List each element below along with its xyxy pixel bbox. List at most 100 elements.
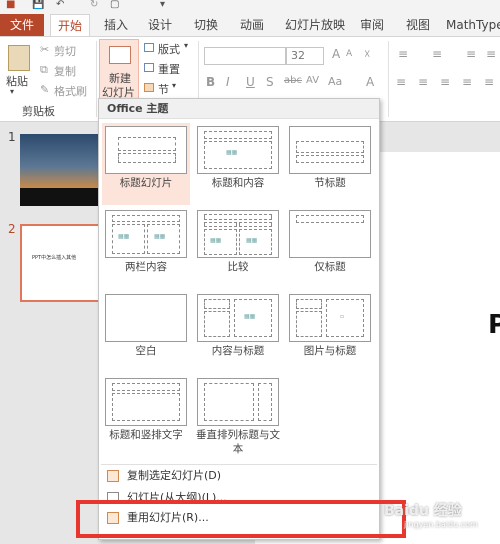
- font-size-combo[interactable]: 32: [286, 47, 324, 65]
- bullets-icon[interactable]: ≡: [398, 47, 408, 61]
- align-center-icon[interactable]: ≡: [418, 75, 428, 89]
- format-painter-icon[interactable]: ✎: [40, 83, 49, 96]
- layout-thumbnail: [105, 378, 187, 426]
- layout-thumbnail: [289, 210, 371, 258]
- section-button[interactable]: 节: [158, 81, 169, 97]
- columns-icon[interactable]: ≡: [484, 75, 494, 89]
- duplicate-slides-menu-item[interactable]: 复制选定幻灯片(D): [99, 465, 379, 487]
- tab-mathtype[interactable]: MathType: [446, 14, 500, 36]
- clear-format-icon[interactable]: ☓: [364, 47, 370, 61]
- layout-title-slide[interactable]: 标题幻灯片: [102, 123, 190, 205]
- slide-thumbnail-pane: 1 2 PPT中怎么插入其他: [0, 122, 100, 544]
- tab-insert[interactable]: 插入: [100, 14, 132, 36]
- copy-button[interactable]: 复制: [54, 63, 76, 79]
- layout-picture-with-caption[interactable]: ▫ 图片与标题: [286, 291, 374, 373]
- duplicate-slides-label: 复制选定幻灯片(D): [127, 469, 222, 482]
- shadow-button[interactable]: S: [266, 75, 274, 89]
- italic-button[interactable]: I: [226, 75, 230, 89]
- font-name-combo[interactable]: [204, 47, 286, 65]
- layout-content-with-caption[interactable]: ▦▦ 内容与标题: [194, 291, 282, 373]
- slide-thumbnail-2[interactable]: PPT中怎么插入其他: [20, 224, 100, 302]
- layout-caption: 空白: [135, 345, 157, 357]
- group-separator: [388, 41, 389, 117]
- section-dropdown-icon[interactable]: ▾: [172, 81, 176, 90]
- shrink-font-icon[interactable]: A: [346, 49, 352, 59]
- slide-number-1: 1: [8, 130, 16, 144]
- thumbnail-silhouette: [20, 188, 100, 206]
- layout-thumbnail: ▦▦: [197, 126, 279, 174]
- layout-thumbnail: ▦▦ ▦▦: [105, 210, 187, 258]
- tab-home[interactable]: 开始: [50, 14, 90, 37]
- layout-button[interactable]: 版式: [158, 41, 180, 57]
- cut-button[interactable]: 剪切: [54, 43, 76, 59]
- layout-caption: 内容与标题: [211, 345, 265, 357]
- save-icon[interactable]: 💾: [32, 0, 44, 10]
- customize-toolbar-icon[interactable]: ▾: [160, 0, 165, 10]
- annotation-highlight-box: [76, 500, 406, 538]
- bold-button[interactable]: B: [206, 75, 215, 89]
- paste-icon[interactable]: [8, 45, 30, 71]
- title-bar: ■ 💾 ↶ ↻ ▢ ▾: [0, 0, 500, 14]
- layout-title-and-content[interactable]: ▦▦ 标题和内容: [194, 123, 282, 205]
- tab-file[interactable]: 文件: [0, 14, 44, 36]
- slide-thumbnail-1[interactable]: [20, 134, 100, 206]
- strikethrough-button[interactable]: abc: [284, 75, 302, 86]
- grow-font-icon[interactable]: A: [332, 47, 340, 61]
- font-color-button[interactable]: A: [366, 75, 374, 89]
- reset-icon[interactable]: [144, 63, 154, 72]
- tab-animations[interactable]: 动画: [236, 14, 268, 36]
- numbering-icon[interactable]: ≡: [432, 47, 442, 61]
- layout-title-and-vertical-text[interactable]: 标题和竖排文字: [102, 375, 190, 457]
- decrease-indent-icon[interactable]: ≡: [466, 47, 476, 61]
- format-painter-button[interactable]: 格式刷: [54, 83, 87, 99]
- layout-dropdown-icon[interactable]: ▾: [184, 41, 188, 50]
- watermark-brand: Baidu 经验: [384, 503, 462, 519]
- new-slide-dropdown: Office 主题 标题幻灯片 ▦▦ 标题和内容 节标题 ▦▦ ▦▦ 两栏内容 …: [98, 98, 380, 540]
- layout-two-content[interactable]: ▦▦ ▦▦ 两栏内容: [102, 207, 190, 289]
- cut-icon[interactable]: ✂: [40, 43, 49, 56]
- layout-thumbnail: ▦▦ ▦▦: [197, 210, 279, 258]
- layout-vertical-title-and-text[interactable]: 垂直排列标题与文本: [194, 375, 282, 463]
- layout-caption: 图片与标题: [303, 345, 357, 357]
- layout-section-header[interactable]: 节标题: [286, 123, 374, 205]
- redo-icon[interactable]: ↻: [90, 0, 98, 10]
- layout-caption: 节标题: [314, 177, 346, 189]
- layout-blank[interactable]: 空白: [102, 291, 190, 373]
- align-right-icon[interactable]: ≡: [440, 75, 450, 89]
- gallery-header: Office 主题: [99, 99, 379, 119]
- tab-review[interactable]: 审阅: [356, 14, 388, 36]
- copy-icon[interactable]: ⧉: [40, 63, 48, 77]
- underline-button[interactable]: U: [246, 75, 255, 89]
- tab-design[interactable]: 设计: [144, 14, 176, 36]
- tab-view[interactable]: 视图: [402, 14, 434, 36]
- tab-transitions[interactable]: 切换: [190, 14, 222, 36]
- layout-caption: 标题幻灯片: [119, 177, 173, 189]
- new-slide-button[interactable]: 新建 幻灯片: [99, 39, 139, 101]
- watermark-url: jingyan.baidu.com: [404, 520, 478, 529]
- layout-icon[interactable]: [144, 43, 154, 52]
- slide-thumbnail-2-title: PPT中怎么插入其他: [32, 255, 77, 261]
- layout-caption: 仅标题: [314, 261, 346, 273]
- layout-title-only[interactable]: 仅标题: [286, 207, 374, 289]
- char-spacing-button[interactable]: AV: [306, 75, 319, 86]
- layout-caption: 标题和内容: [211, 177, 265, 189]
- align-left-icon[interactable]: ≡: [396, 75, 406, 89]
- start-slideshow-icon[interactable]: ▢: [110, 0, 119, 10]
- paste-dropdown-icon[interactable]: ▾: [10, 87, 14, 96]
- layout-caption: 标题和竖排文字: [109, 429, 183, 441]
- increase-indent-icon[interactable]: ≡: [486, 47, 496, 61]
- layout-caption: 比较: [227, 261, 249, 273]
- layout-thumbnail: ▫: [289, 294, 371, 342]
- layout-caption: 垂直排列标题与文本: [196, 429, 280, 455]
- layout-comparison[interactable]: ▦▦ ▦▦ 比较: [194, 207, 282, 289]
- undo-icon[interactable]: ↶: [56, 0, 64, 10]
- slide-title-text[interactable]: P: [488, 310, 500, 340]
- tab-slideshow[interactable]: 幻灯片放映: [282, 14, 348, 36]
- clipboard-group-label: 剪贴板: [22, 105, 55, 118]
- reset-button[interactable]: 重置: [158, 61, 180, 77]
- justify-icon[interactable]: ≡: [462, 75, 472, 89]
- duplicate-slide-icon: [107, 470, 119, 482]
- change-case-button[interactable]: Aa: [328, 75, 342, 88]
- layout-thumbnail: [197, 378, 279, 426]
- section-icon[interactable]: [144, 83, 154, 92]
